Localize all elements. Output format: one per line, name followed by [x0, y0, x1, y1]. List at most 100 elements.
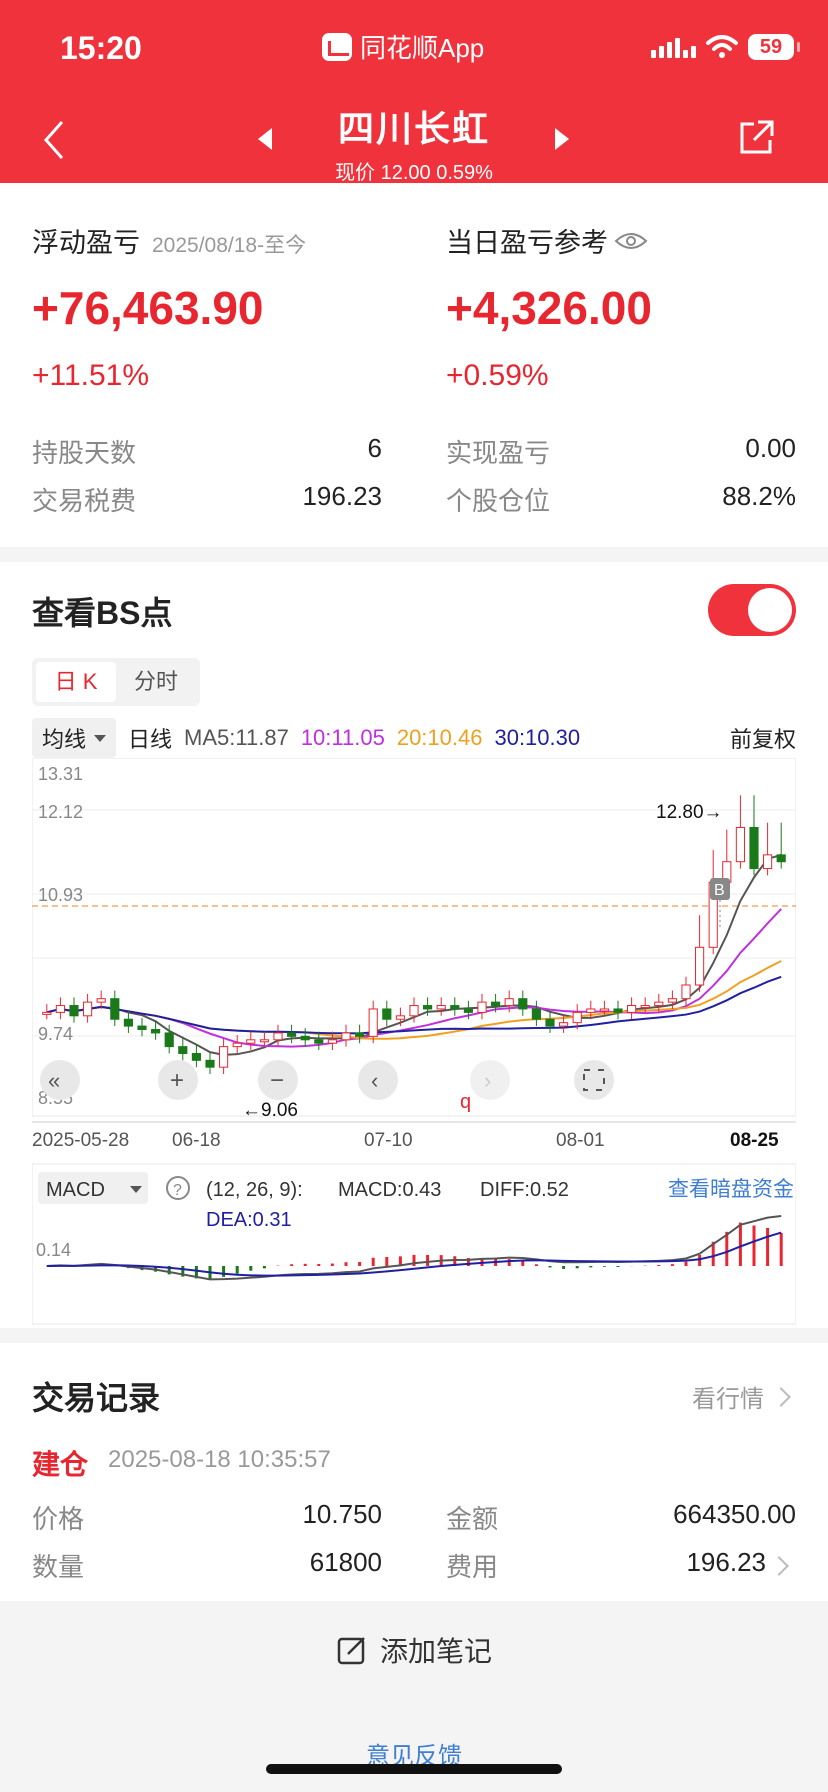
- candle: [259, 1039, 269, 1043]
- price-label: 价格: [32, 1504, 85, 1534]
- fee-value[interactable]: 196.23: [560, 1547, 766, 1578]
- next-stock-button[interactable]: [555, 128, 569, 150]
- ma30-label: 30:10.30: [494, 725, 581, 750]
- status-time: 15:20: [60, 30, 142, 66]
- ma10-line: [46, 908, 782, 1048]
- candle: [246, 1039, 256, 1044]
- candle: [545, 1018, 555, 1027]
- stock-title-block: 四川长虹 现价 12.00 0.59%: [0, 100, 828, 185]
- candle: [504, 998, 514, 1007]
- candle: [763, 854, 773, 870]
- candle: [477, 1001, 487, 1013]
- macd-value: MACD:0.43: [338, 1179, 441, 1201]
- candle: [191, 1052, 201, 1061]
- candle: [96, 998, 106, 1003]
- daily-pnl-value: +4,326.00: [446, 282, 652, 334]
- y-tick: 9.74: [38, 1024, 73, 1044]
- candle: [436, 1005, 446, 1010]
- candle: [110, 998, 120, 1020]
- high-annotation: 12.80→: [656, 802, 723, 823]
- candle: [491, 1001, 501, 1007]
- candle: [409, 1005, 419, 1017]
- candle: [219, 1046, 229, 1068]
- kline-chart[interactable]: 13.31 12.12 10.93 9.74 8.55 12.80→ ←9.06…: [32, 758, 796, 1326]
- chart-period-tabs: 日 K 分时: [32, 658, 200, 706]
- trade-records-title: 交易记录: [32, 1380, 161, 1416]
- adjust-mode[interactable]: 前复权: [730, 722, 796, 754]
- candle: [368, 1008, 378, 1037]
- candle: [572, 1011, 582, 1024]
- bs-chart-card: 查看BS点 日 K 分时 均线 日线 MA5:11.87 10:11.05 20…: [0, 562, 828, 1328]
- buy-marker-label: B: [714, 882, 725, 899]
- battery-icon: 59: [748, 34, 800, 60]
- candle: [355, 1032, 365, 1037]
- header-bar: 15:20 同花顺App 59 四川长虹 现价 12.00 0.59%: [0, 0, 828, 185]
- daily-pnl-pct: +0.59%: [446, 359, 549, 392]
- candle: [531, 1008, 541, 1020]
- signal-icon: [651, 36, 696, 58]
- edit-icon: [337, 1637, 365, 1665]
- bs-title: 查看BS点: [32, 595, 173, 631]
- candles: [42, 795, 786, 1075]
- share-button[interactable]: [736, 118, 776, 158]
- candle: [681, 984, 691, 1000]
- rewind-glyph: «: [48, 1068, 60, 1093]
- ma5-label: MA5:11.87: [184, 725, 289, 750]
- y-tick: 12.12: [38, 802, 83, 822]
- price-value: 10.750: [302, 1499, 382, 1529]
- chevron-down-icon: [94, 734, 107, 742]
- y-tick: 13.31: [38, 764, 83, 784]
- x-tick: 06-18: [172, 1130, 221, 1151]
- candle: [640, 1005, 650, 1009]
- app-logo-icon: [322, 32, 352, 61]
- scroll-right-glyph: ›: [484, 1068, 491, 1093]
- y-tick: 10.93: [38, 885, 83, 905]
- candle: [450, 1005, 460, 1010]
- macd-lines: [46, 1215, 782, 1281]
- tab-daily-k[interactable]: 日 K: [36, 662, 116, 702]
- candle: [123, 1018, 133, 1027]
- dea-value: DEA:0.31: [206, 1209, 292, 1231]
- chevron-right-icon: [771, 1386, 791, 1407]
- help-glyph: ?: [173, 1182, 182, 1199]
- low-annotation: ←9.06: [242, 1100, 298, 1121]
- quantity-label: 数量: [32, 1552, 85, 1582]
- candle: [42, 1011, 52, 1015]
- diff-value: DIFF:0.52: [480, 1179, 569, 1201]
- realized-pnl-label: 实现盈亏: [446, 438, 551, 468]
- eye-icon[interactable]: [614, 230, 648, 252]
- candle: [395, 1015, 405, 1020]
- macd-params: (12, 26, 9):: [206, 1179, 303, 1201]
- candle: [232, 1042, 242, 1048]
- trade-records-card: 交易记录 看行情 建仓 2025-08-18 10:35:57 价格 10.75…: [0, 1343, 828, 1601]
- candle: [55, 1005, 65, 1013]
- add-note-button[interactable]: 添加笔记: [0, 1630, 828, 1670]
- holding-days-value: 6: [367, 433, 382, 463]
- candle: [287, 1032, 297, 1037]
- daily-pnl-title: 当日盈亏参考: [446, 221, 648, 260]
- tax-fee-label: 交易税费: [32, 486, 137, 516]
- quantity-value: 61800: [309, 1547, 382, 1577]
- candle: [137, 1025, 147, 1031]
- candle: [654, 1001, 664, 1007]
- realized-pnl-value: 0.00: [745, 433, 796, 463]
- candle: [613, 1008, 623, 1013]
- candle: [586, 1008, 596, 1013]
- tab-intraday[interactable]: 分时: [116, 662, 196, 702]
- bs-toggle[interactable]: [708, 584, 796, 636]
- candle: [273, 1032, 283, 1041]
- candle: [164, 1032, 174, 1048]
- ma-select[interactable]: 均线: [32, 718, 117, 758]
- view-market-link[interactable]: 看行情: [692, 1379, 791, 1414]
- chevron-right-icon[interactable]: [769, 1556, 789, 1576]
- ma5-line: [46, 853, 782, 1056]
- candle: [776, 854, 786, 863]
- dark-pool-link: 查看暗盘资金: [668, 1178, 794, 1201]
- wifi-icon: [706, 35, 738, 58]
- candle: [463, 1008, 473, 1013]
- ma20-label: 20:10.46: [396, 725, 483, 750]
- fee-label: 费用: [446, 1552, 499, 1582]
- zoom-in-glyph: +: [170, 1067, 184, 1094]
- status-app: 同花顺App: [322, 28, 484, 65]
- x-tick: 08-01: [556, 1130, 605, 1151]
